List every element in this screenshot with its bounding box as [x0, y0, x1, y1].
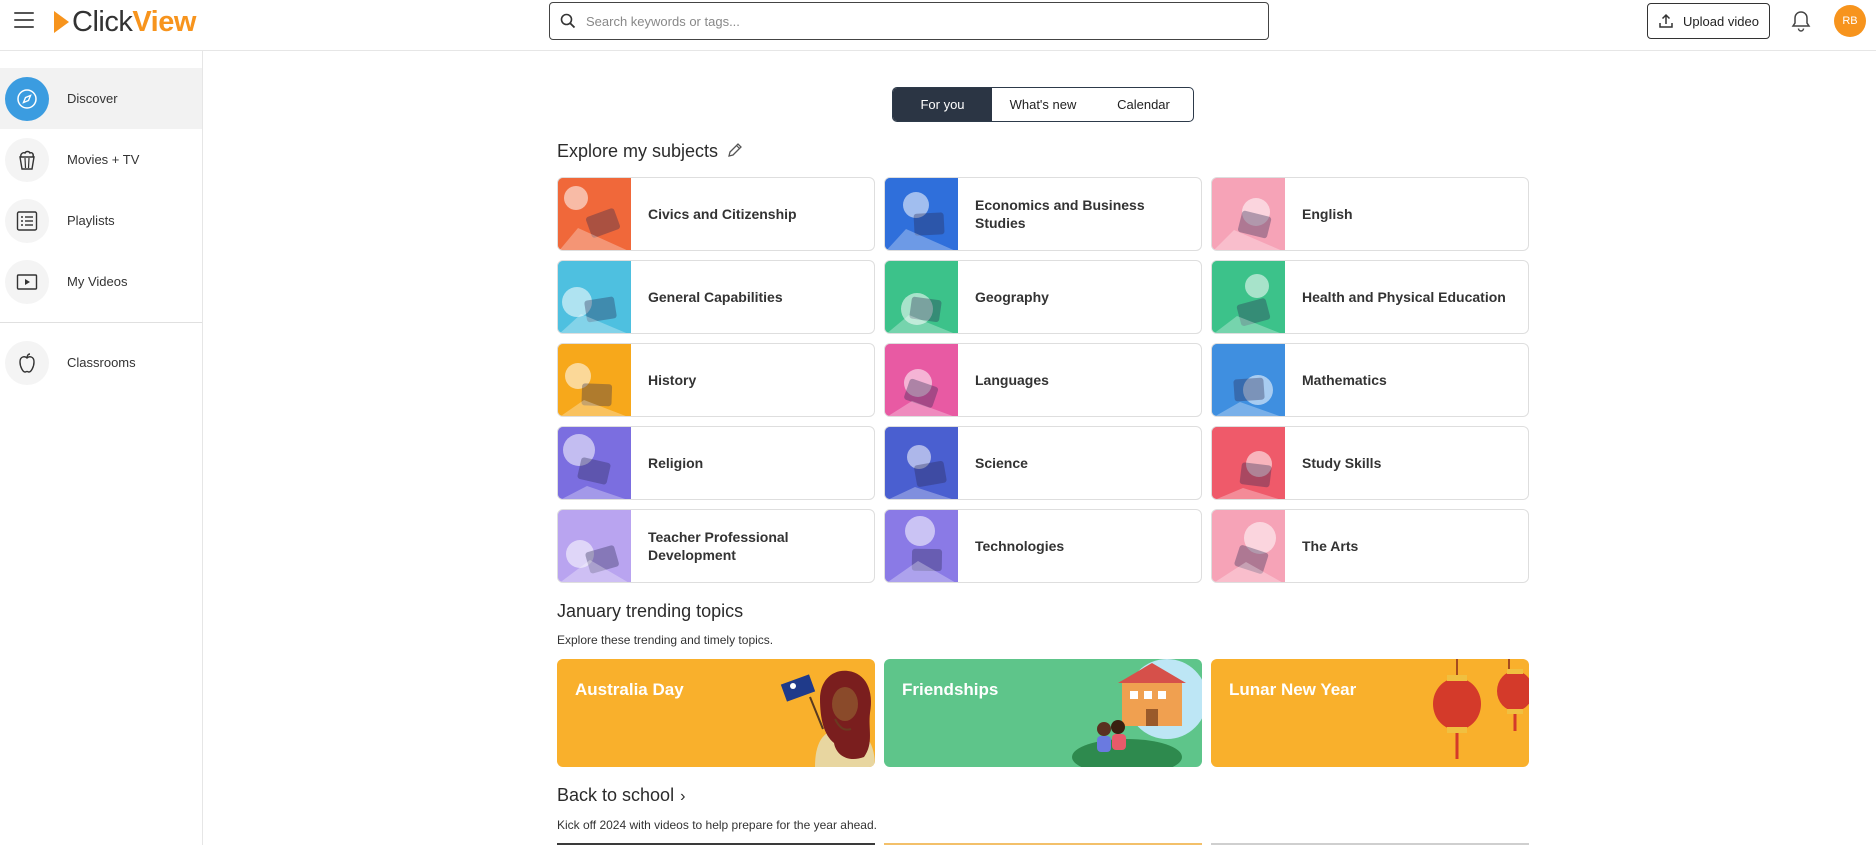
back-to-school-subtitle: Kick off 2024 with videos to help prepar… — [557, 818, 877, 832]
subject-card-geography[interactable]: Geography — [884, 260, 1202, 334]
subject-card-english[interactable]: English — [1211, 177, 1529, 251]
subject-card-religion[interactable]: Religion — [557, 426, 875, 500]
australia-day-illustration — [780, 670, 875, 767]
subject-card-history[interactable]: History — [557, 343, 875, 417]
subject-thumbnail — [1212, 178, 1285, 250]
sidebar-item-my-videos[interactable]: My Videos — [0, 251, 202, 312]
trending-card-label: Australia Day — [575, 680, 684, 699]
subject-card-mathematics[interactable]: Mathematics — [1211, 343, 1529, 417]
subject-name: Health and Physical Education — [1302, 289, 1506, 305]
lantern-illustration — [1433, 659, 1529, 759]
subject-name: General Capabilities — [648, 289, 783, 305]
list-icon — [5, 198, 49, 243]
popcorn-icon — [5, 137, 49, 182]
subjects-title: Explore my subjects — [557, 141, 719, 161]
subject-card-study-skills[interactable]: Study Skills — [1211, 426, 1529, 500]
back-to-school-title[interactable]: Back to school › — [557, 785, 685, 806]
subject-thumbnail — [558, 427, 631, 499]
tab-whats-new[interactable]: What's new — [992, 88, 1094, 121]
trending-card-lunar-new-year[interactable]: Lunar New Year — [1211, 659, 1529, 767]
sidebar-item-label: Discover — [67, 91, 118, 106]
upload-icon — [1659, 13, 1673, 28]
subject-card-health-and-physical-education[interactable]: Health and Physical Education — [1211, 260, 1529, 334]
friendships-illustration — [1072, 659, 1202, 767]
compass-icon — [5, 76, 49, 121]
apple-icon — [5, 340, 49, 385]
subject-name: The Arts — [1302, 538, 1359, 554]
sidebar-item-label: Movies + TV — [67, 152, 140, 167]
subject-name: Study Skills — [1302, 455, 1382, 471]
subject-thumbnail — [558, 261, 631, 333]
subject-name: Technologies — [975, 538, 1065, 554]
upload-video-button[interactable]: Upload video — [1647, 3, 1770, 39]
subject-thumbnail — [885, 510, 958, 582]
subject-thumbnail — [885, 427, 958, 499]
trending-card-australia-day[interactable]: Australia Day — [557, 659, 875, 767]
tab-for-you[interactable]: For you — [893, 88, 992, 121]
subject-card-technologies[interactable]: Technologies — [884, 509, 1202, 583]
subject-thumbnail — [1212, 427, 1285, 499]
sidebar-item-discover[interactable]: Discover — [0, 68, 202, 129]
sidebar-item-playlists[interactable]: Playlists — [0, 190, 202, 251]
subject-name: Civics and Citizenship — [648, 206, 797, 222]
sidebar-item-movies-tv[interactable]: Movies + TV — [0, 129, 202, 190]
subject-card-languages[interactable]: Languages — [884, 343, 1202, 417]
trending-card-label: Friendships — [902, 680, 999, 699]
subject-name: Religion — [648, 455, 704, 471]
tab-calendar[interactable]: Calendar — [1094, 88, 1193, 121]
subject-card-the-arts[interactable]: The Arts — [1211, 509, 1529, 583]
trending-card-friendships[interactable]: Friendships — [884, 659, 1202, 767]
subject-thumbnail — [1212, 344, 1285, 416]
subject-card-economics-and-business-studies[interactable]: Economics and Business Studies — [884, 177, 1202, 251]
logo-play-icon — [54, 11, 69, 33]
sidebar: Discover Movies + TV Playlists My Videos… — [0, 51, 203, 845]
subject-name: Teacher Professional Development — [648, 529, 789, 563]
search-input[interactable] — [586, 13, 1226, 29]
subject-thumbnail — [558, 510, 631, 582]
sidebar-item-label: Classrooms — [67, 355, 136, 370]
subject-name: English — [1302, 206, 1353, 222]
bell-icon[interactable] — [1790, 9, 1812, 33]
subject-card-civics-and-citizenship[interactable]: Civics and Citizenship — [557, 177, 875, 251]
subject-thumbnail — [885, 344, 958, 416]
user-avatar[interactable]: RB — [1834, 5, 1866, 37]
subject-name: Geography — [975, 289, 1049, 305]
subject-thumbnail — [558, 344, 631, 416]
subject-name: Mathematics — [1302, 372, 1387, 388]
subject-name: Economics and Business Studies — [975, 197, 1145, 231]
sidebar-item-label: Playlists — [67, 213, 115, 228]
clickview-logo[interactable]: Click View — [54, 6, 196, 38]
logo-text-click: Click — [72, 5, 133, 38]
chevron-right-icon: › — [680, 788, 686, 805]
search-icon — [560, 13, 576, 29]
subject-thumbnail — [885, 261, 958, 333]
trending-subtitle: Explore these trending and timely topics… — [557, 633, 774, 647]
hamburger-menu-icon[interactable] — [14, 12, 34, 30]
view-tabs: For you What's new Calendar — [892, 87, 1194, 122]
subject-name: History — [648, 372, 697, 388]
subject-card-general-capabilities[interactable]: General Capabilities — [557, 260, 875, 334]
subject-card-teacher-professional-development[interactable]: Teacher Professional Development — [557, 509, 875, 583]
sidebar-item-classrooms[interactable]: Classrooms — [0, 332, 202, 393]
subject-name: Languages — [975, 372, 1049, 388]
trending-title: January trending topics — [557, 601, 744, 621]
back-to-school-label: Back to school — [557, 785, 675, 805]
logo-text-view: View — [132, 5, 196, 38]
top-header: ClickView Upload video RB — [0, 0, 1876, 51]
sidebar-divider — [0, 322, 202, 323]
trending-card-label: Lunar New Year — [1229, 680, 1357, 699]
subject-thumbnail — [1212, 261, 1285, 333]
subject-card-science[interactable]: Science — [884, 426, 1202, 500]
subject-thumbnail — [885, 178, 958, 250]
subject-thumbnail — [558, 178, 631, 250]
pencil-edit-icon[interactable] — [726, 141, 744, 159]
upload-video-label: Upload video — [1683, 13, 1759, 29]
subject-thumbnail — [1212, 510, 1285, 582]
subject-name: Science — [975, 455, 1028, 471]
search-bar[interactable] — [549, 2, 1269, 40]
play-box-icon — [5, 259, 49, 304]
sidebar-item-label: My Videos — [67, 274, 128, 289]
